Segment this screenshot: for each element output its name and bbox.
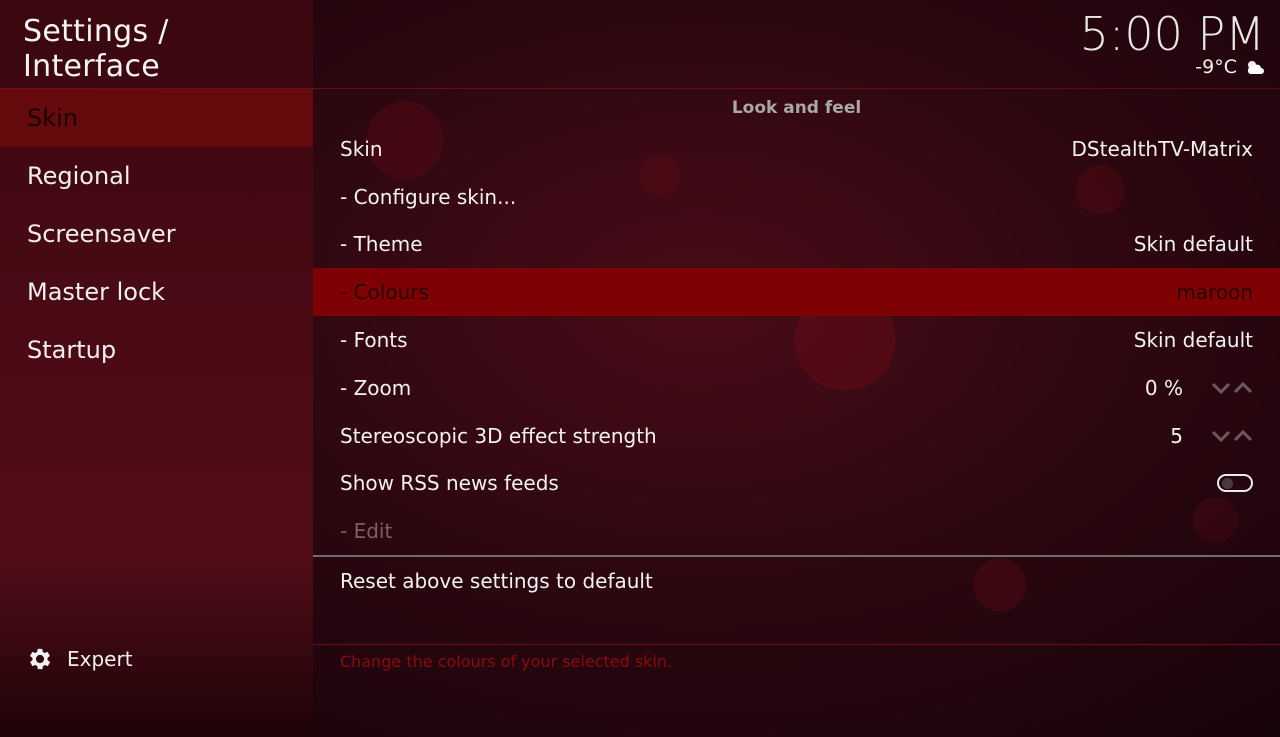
- setting-colours[interactable]: - Colours maroon: [313, 268, 1280, 317]
- setting-edit-rss: - Edit: [313, 507, 1280, 555]
- expert-label: Expert: [67, 647, 133, 671]
- setting-label: - Colours: [340, 280, 429, 305]
- section-title: Look and feel: [731, 98, 862, 118]
- setting-configure-skin[interactable]: - Configure skin...: [313, 173, 1280, 221]
- chevron-up-icon[interactable]: [1233, 381, 1253, 394]
- zoom-spinner: [1211, 381, 1253, 394]
- setting-label: - Configure skin...: [340, 184, 517, 209]
- reset-defaults-button[interactable]: Reset above settings to default: [313, 559, 1280, 603]
- setting-label: - Fonts: [340, 328, 408, 353]
- setting-zoom[interactable]: - Zoom 0 %: [313, 364, 1280, 412]
- stereoscopic-spinner: [1211, 429, 1253, 442]
- chevron-down-icon[interactable]: [1211, 430, 1231, 442]
- chevron-up-icon[interactable]: [1233, 429, 1253, 442]
- gear-icon: [29, 648, 51, 670]
- setting-label: Stereoscopic 3D effect strength: [340, 423, 657, 448]
- setting-label: Skin: [340, 136, 383, 161]
- setting-skin[interactable]: Skin DStealthTV-Matrix: [313, 125, 1280, 173]
- setting-show-rss[interactable]: Show RSS news feeds: [313, 460, 1280, 508]
- sidebar-item-regional[interactable]: Regional: [0, 147, 313, 205]
- expert-level-button[interactable]: Expert: [26, 643, 133, 675]
- setting-label: Show RSS news feeds: [340, 471, 559, 496]
- list-divider: [313, 555, 1280, 557]
- setting-theme[interactable]: - Theme Skin default: [313, 221, 1280, 269]
- setting-label: - Theme: [340, 232, 423, 257]
- setting-value: maroon: [1176, 280, 1253, 305]
- clock-widget: 5:00 PM -9°C: [1080, 6, 1265, 78]
- footer-divider: [313, 644, 1280, 645]
- setting-description: Change the colours of your selected skin…: [340, 652, 673, 671]
- rss-toggle[interactable]: [1217, 474, 1253, 493]
- settings-panel: Look and feel Skin DStealthTV-Matrix - C…: [313, 89, 1280, 737]
- setting-fonts[interactable]: - Fonts Skin default: [313, 316, 1280, 364]
- setting-value: Skin default: [1133, 328, 1253, 353]
- setting-value: 5: [1170, 423, 1183, 448]
- sidebar-nav: Skin Regional Screensaver Master lock St…: [0, 89, 313, 379]
- setting-value: DStealthTV-Matrix: [1071, 136, 1253, 161]
- clock-time: 5:00 PM: [1079, 7, 1265, 61]
- sidebar-item-master-lock[interactable]: Master lock: [0, 263, 313, 321]
- setting-value: Skin default: [1133, 232, 1253, 257]
- sidebar: Settings / Interface Skin Regional Scree…: [0, 0, 313, 737]
- sidebar-item-skin[interactable]: Skin: [0, 89, 313, 147]
- setting-label: - Edit: [340, 519, 393, 544]
- sidebar-item-screensaver[interactable]: Screensaver: [0, 205, 313, 263]
- setting-value: 0 %: [1144, 375, 1183, 400]
- setting-stereoscopic-strength[interactable]: Stereoscopic 3D effect strength 5: [313, 412, 1280, 460]
- setting-label: - Zoom: [340, 375, 412, 400]
- settings-list: Skin DStealthTV-Matrix - Configure skin.…: [313, 125, 1280, 555]
- temperature: -9°C: [1195, 56, 1237, 78]
- sidebar-item-startup[interactable]: Startup: [0, 321, 313, 379]
- page-title: Settings / Interface: [23, 14, 169, 84]
- chevron-down-icon[interactable]: [1211, 382, 1231, 394]
- partly-cloudy-icon: [1247, 61, 1264, 74]
